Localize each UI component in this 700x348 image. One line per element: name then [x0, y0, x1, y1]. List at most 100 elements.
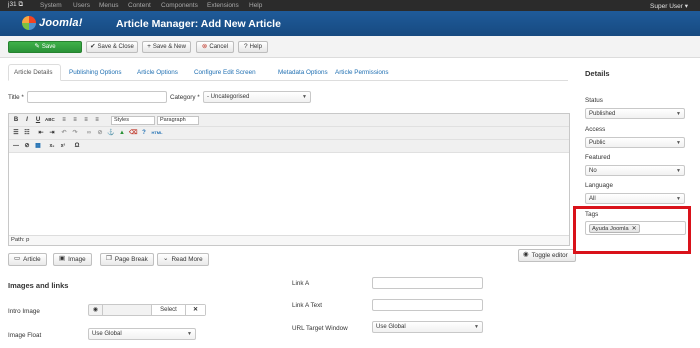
redo-icon[interactable]: ↷ [71, 129, 79, 137]
article-editor[interactable]: B I U ABC ≡ ≡ ≡ ≡ Styles Paragraph ☰ ☷ ⇤… [8, 113, 570, 246]
align-justify-icon[interactable]: ≡ [93, 116, 101, 124]
status-value: Published [589, 110, 616, 117]
menu-system[interactable]: System [40, 2, 62, 9]
page-title: Article Manager: Add New Article [116, 18, 281, 30]
unlink-icon[interactable]: ⊘ [96, 129, 104, 137]
horizontal-rule-icon[interactable]: — [12, 142, 20, 150]
align-left-icon[interactable]: ≡ [60, 116, 68, 124]
access-label: Access [585, 126, 606, 133]
top-menubar: j31 ⧉ System Users Menus Content Compone… [0, 0, 700, 11]
link-a-text-input[interactable] [372, 299, 483, 311]
article-button[interactable]: ▭ Article [8, 253, 47, 266]
link-a-label: Link A [292, 280, 310, 287]
image-button[interactable]: ▣ Image [53, 253, 92, 266]
chevron-down-icon: ▼ [676, 195, 681, 202]
eye-icon[interactable]: ◉ [89, 305, 103, 315]
tab-article-options[interactable]: Article Options [132, 64, 183, 81]
chevron-down-icon: ▼ [474, 324, 479, 330]
toggle-editor-button[interactable]: ◉ Toggle editor [518, 249, 576, 262]
title-input[interactable] [27, 91, 167, 103]
image-icon[interactable]: ▲ [118, 129, 126, 137]
save-new-button[interactable]: + Save & New [142, 41, 191, 53]
visual-aid-icon[interactable]: ▦ [34, 142, 42, 150]
category-select[interactable]: - Uncategorised ▼ [203, 91, 311, 103]
cancel-button[interactable]: ⊗ Cancel [196, 41, 234, 53]
image-float-select[interactable]: Use Global ▼ [88, 328, 196, 340]
help-button[interactable]: ? Help [238, 41, 268, 53]
numbered-list-icon[interactable]: ☷ [23, 129, 31, 137]
align-center-icon[interactable]: ≡ [71, 116, 79, 124]
undo-icon[interactable]: ↶ [60, 129, 68, 137]
arrow-down-icon: ⌄ [163, 255, 169, 263]
editor-path: Path: p [9, 235, 569, 245]
language-select[interactable]: All ▼ [585, 193, 685, 204]
cleanup-icon[interactable]: ⌫ [129, 129, 137, 137]
menu-users[interactable]: Users [73, 2, 90, 9]
outdent-icon[interactable]: ⇤ [37, 129, 45, 137]
tab-metadata-options[interactable]: Metadata Options [273, 64, 333, 81]
featured-label: Featured [585, 154, 611, 161]
tab-article-details[interactable]: Article Details [8, 64, 61, 81]
editor-toolbar-row-2: ☰ ☷ ⇤ ⇥ ↶ ↷ ∞ ⊘ ⚓ ▲ ⌫ ? HTML [9, 127, 569, 140]
select-image-button[interactable]: Select [151, 305, 185, 315]
joomla-logo[interactable]: Joomla! [22, 15, 83, 31]
paragraph-select[interactable]: Paragraph [157, 116, 199, 125]
check-icon: ✔ [90, 42, 96, 50]
featured-value: No [589, 167, 597, 174]
title-label: Title * [8, 94, 24, 101]
menu-menus[interactable]: Menus [99, 2, 119, 9]
tab-configure-edit-screen[interactable]: Configure Edit Screen [189, 64, 261, 81]
status-label: Status [585, 97, 603, 104]
editor-toolbar-row-3: — ⊘ ▦ x₂ x² Ω [9, 140, 569, 153]
article-button-label: Article [23, 256, 41, 263]
file-icon: ▭ [14, 255, 21, 263]
save-close-button[interactable]: ✔ Save & Close [86, 41, 138, 53]
access-select[interactable]: Public ▼ [585, 137, 685, 148]
page-break-label: Page Break [114, 256, 148, 263]
italic-icon[interactable]: I [23, 116, 31, 124]
menu-components[interactable]: Components [161, 2, 198, 9]
strikethrough-icon[interactable]: ABC [45, 116, 55, 124]
menu-extensions[interactable]: Extensions [207, 2, 239, 9]
subscript-icon[interactable]: x₂ [48, 142, 56, 150]
link-icon[interactable]: ∞ [85, 129, 93, 137]
superscript-icon[interactable]: x² [59, 142, 67, 150]
tab-article-permissions[interactable]: Article Permissions [330, 64, 394, 81]
bullet-list-icon[interactable]: ☰ [12, 129, 20, 137]
site-link[interactable]: j31 ⧉ [8, 1, 23, 9]
html-icon[interactable]: HTML [151, 129, 163, 137]
status-select[interactable]: Published ▼ [585, 108, 685, 119]
indent-icon[interactable]: ⇥ [48, 129, 56, 137]
chevron-down-icon: ▼ [302, 94, 307, 100]
bold-icon[interactable]: B [12, 116, 20, 124]
url-target-label: URL Target Window [292, 325, 348, 332]
underline-icon[interactable]: U [34, 116, 42, 124]
page-break-button[interactable]: ❐ Page Break [100, 253, 154, 266]
featured-select[interactable]: No ▼ [585, 165, 685, 176]
image-float-label: Image Float [8, 332, 42, 339]
url-target-select[interactable]: Use Global ▼ [372, 321, 483, 333]
category-value: - Uncategorised [207, 94, 250, 100]
special-char-icon[interactable]: Ω [73, 142, 81, 150]
styles-select[interactable]: Styles [111, 116, 155, 125]
help-label: Help [249, 44, 262, 50]
clear-image-icon[interactable]: ✕ [185, 305, 205, 315]
language-label: Language [585, 182, 614, 189]
user-menu[interactable]: Super User ▾ [650, 2, 688, 10]
tab-publishing-options[interactable]: Publishing Options [64, 64, 127, 81]
save-button[interactable]: ✎ Save [8, 41, 82, 53]
read-more-button[interactable]: ⌄ Read More [157, 253, 209, 266]
help-editor-icon[interactable]: ? [140, 129, 148, 137]
anchor-icon[interactable]: ⚓ [107, 129, 115, 137]
remove-format-icon[interactable]: ⊘ [23, 142, 31, 150]
eye-icon: ◉ [523, 251, 529, 259]
action-toolbar: ✎ Save ✔ Save & Close + Save & New ⊗ Can… [0, 36, 700, 58]
link-a-input[interactable] [372, 277, 483, 289]
align-right-icon[interactable]: ≡ [82, 116, 90, 124]
copy-icon: ❐ [106, 255, 112, 263]
menu-help[interactable]: Help [249, 2, 262, 9]
header-bar: Joomla! Article Manager: Add New Article [0, 11, 700, 36]
images-links-title: Images and links [8, 281, 69, 290]
intro-image-field[interactable]: ◉ Select ✕ [88, 304, 206, 316]
menu-content[interactable]: Content [128, 2, 151, 9]
